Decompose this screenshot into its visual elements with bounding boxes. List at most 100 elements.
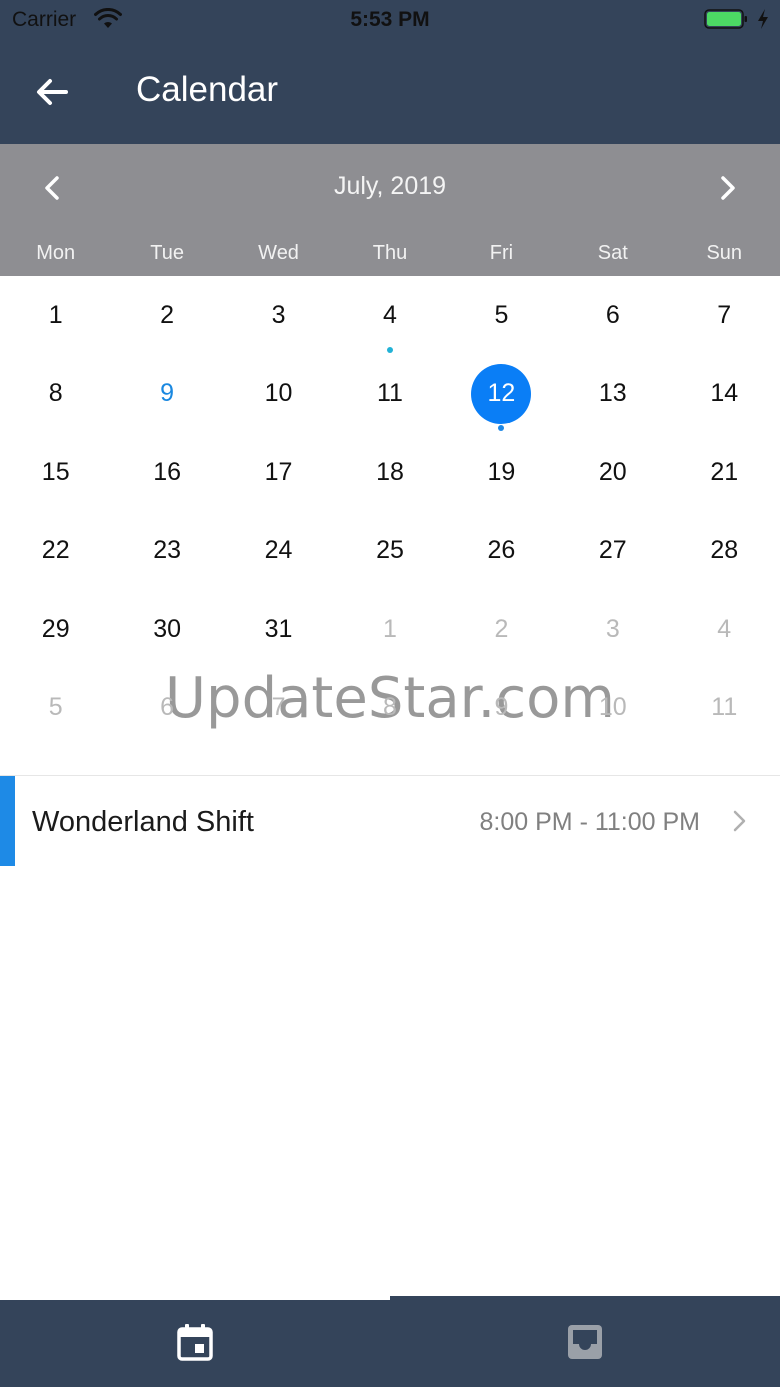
calendar-day[interactable]: 4 bbox=[669, 590, 780, 669]
calendar-day[interactable]: 20 bbox=[557, 433, 668, 512]
calendar-day[interactable]: 24 bbox=[223, 512, 334, 591]
calendar-day[interactable]: 31 bbox=[223, 590, 334, 669]
calendar-day[interactable]: 1 bbox=[0, 276, 111, 355]
day-number: 12 bbox=[487, 379, 516, 408]
day-number: 20 bbox=[598, 457, 627, 486]
clock: 5:53 PM bbox=[350, 8, 430, 31]
calendar-day[interactable]: 13 bbox=[557, 355, 668, 434]
day-number: 10 bbox=[598, 693, 627, 722]
calendar-day[interactable]: 10 bbox=[557, 669, 668, 748]
event-list-item[interactable]: Wonderland Shift 8:00 PM - 11:00 PM bbox=[0, 776, 780, 866]
day-number: 4 bbox=[383, 300, 397, 329]
day-number: 5 bbox=[48, 693, 63, 722]
calendar-day[interactable]: 14 bbox=[669, 355, 780, 434]
day-number: 6 bbox=[605, 300, 620, 329]
day-number: 8 bbox=[48, 379, 63, 408]
calendar-day[interactable]: 21 bbox=[669, 433, 780, 512]
calendar-day[interactable]: 6 bbox=[111, 669, 222, 748]
calendar-week-row: 1 2 3 4 5 6 7 bbox=[0, 276, 780, 355]
calendar-day[interactable]: 8 bbox=[334, 669, 445, 748]
day-number: 3 bbox=[271, 300, 286, 329]
calendar-day[interactable]: 23 bbox=[111, 512, 222, 591]
tab-inbox[interactable] bbox=[390, 1296, 780, 1387]
day-number: 22 bbox=[41, 536, 70, 565]
calendar-day[interactable]: 3 bbox=[223, 276, 334, 355]
calendar-grid: 1 2 3 4 5 6 7 8 9 10 11 12 13 14 15 16 17 18 19 20 21 22 23 24 2… bbox=[0, 276, 780, 747]
calendar-day[interactable]: 26 bbox=[446, 512, 557, 591]
day-number: 3 bbox=[605, 614, 620, 643]
day-number: 7 bbox=[271, 693, 286, 722]
day-number: 29 bbox=[41, 614, 70, 643]
day-number: 26 bbox=[487, 536, 516, 565]
calendar-week-row: 29 30 31 1 2 3 4 bbox=[0, 590, 780, 669]
weekday-header: Mon Tue Wed Thu Fri Sat Sun bbox=[0, 242, 780, 270]
day-number: 17 bbox=[264, 457, 293, 486]
calendar-day[interactable]: 6 bbox=[557, 276, 668, 355]
calendar-day[interactable]: 27 bbox=[557, 512, 668, 591]
calendar-week-row: 15 16 17 18 19 20 21 bbox=[0, 433, 780, 512]
day-number: 23 bbox=[153, 536, 182, 565]
month-label: July, 2019 bbox=[333, 172, 447, 200]
calendar-day[interactable]: 2 bbox=[446, 590, 557, 669]
day-number: 1 bbox=[48, 300, 63, 329]
calendar-day[interactable]: 15 bbox=[0, 433, 111, 512]
day-number: 13 bbox=[598, 379, 627, 408]
battery-icon bbox=[704, 9, 747, 29]
weekday-label: Sun bbox=[706, 242, 743, 264]
calendar-day-selected[interactable]: 12 bbox=[446, 355, 557, 434]
calendar-day[interactable]: 29 bbox=[0, 590, 111, 669]
inbox-icon bbox=[568, 1325, 602, 1359]
weekday-label: Mon bbox=[36, 242, 76, 264]
day-number: 25 bbox=[376, 536, 404, 565]
day-number: 30 bbox=[153, 614, 182, 643]
event-title: Wonderland Shift bbox=[32, 806, 254, 838]
calendar-day[interactable]: 17 bbox=[223, 433, 334, 512]
calendar-day[interactable]: 11 bbox=[334, 355, 445, 434]
calendar-day[interactable]: 3 bbox=[557, 590, 668, 669]
day-number: 19 bbox=[487, 457, 516, 486]
event-time: 8:00 PM - 11:00 PM bbox=[479, 808, 700, 836]
calendar-day[interactable]: 30 bbox=[111, 590, 222, 669]
calendar-header: July, 2019 Mon Tue Wed Thu Fri Sat Sun bbox=[0, 144, 780, 276]
calendar-day[interactable]: 7 bbox=[223, 669, 334, 748]
day-number: 11 bbox=[377, 379, 403, 408]
calendar-day[interactable]: 9 bbox=[111, 355, 222, 434]
day-number: 4 bbox=[717, 614, 732, 643]
calendar-day[interactable]: 5 bbox=[446, 276, 557, 355]
event-color-bar bbox=[0, 776, 15, 866]
day-number: 6 bbox=[160, 693, 175, 722]
day-number: 24 bbox=[264, 536, 293, 565]
day-number: 2 bbox=[160, 300, 175, 329]
calendar-day[interactable]: 1 bbox=[334, 590, 445, 669]
calendar-day[interactable]: 16 bbox=[111, 433, 222, 512]
day-number: 8 bbox=[383, 693, 397, 722]
day-number: 18 bbox=[376, 457, 404, 486]
calendar-icon bbox=[177, 1324, 213, 1361]
calendar-day[interactable]: 9 bbox=[446, 669, 557, 748]
calendar-day[interactable]: 19 bbox=[446, 433, 557, 512]
calendar-day[interactable]: 11 bbox=[669, 669, 780, 748]
tab-calendar[interactable] bbox=[0, 1296, 390, 1387]
chevron-right-icon[interactable] bbox=[706, 170, 750, 206]
calendar-day[interactable]: 2 bbox=[111, 276, 222, 355]
calendar-day[interactable]: 18 bbox=[334, 433, 445, 512]
calendar-day[interactable]: 22 bbox=[0, 512, 111, 591]
calendar-day[interactable]: 25 bbox=[334, 512, 445, 591]
page-title: Calendar bbox=[136, 70, 279, 109]
calendar-day[interactable]: 10 bbox=[223, 355, 334, 434]
back-arrow-icon[interactable] bbox=[30, 70, 74, 114]
app-bar: Calendar bbox=[0, 40, 780, 144]
weekday-label: Sat bbox=[597, 242, 628, 264]
calendar-day[interactable]: 4 bbox=[334, 276, 445, 355]
calendar-day[interactable]: 8 bbox=[0, 355, 111, 434]
weekday-label: Fri bbox=[489, 242, 514, 264]
day-number: 7 bbox=[717, 300, 732, 329]
calendar-day[interactable]: 7 bbox=[669, 276, 780, 355]
day-number: 14 bbox=[710, 379, 739, 408]
calendar-day[interactable]: 28 bbox=[669, 512, 780, 591]
calendar-day[interactable]: 5 bbox=[0, 669, 111, 748]
day-number: 15 bbox=[41, 457, 70, 486]
day-number: 31 bbox=[264, 614, 293, 643]
day-number: 10 bbox=[264, 379, 293, 408]
day-number: 9 bbox=[160, 379, 175, 408]
